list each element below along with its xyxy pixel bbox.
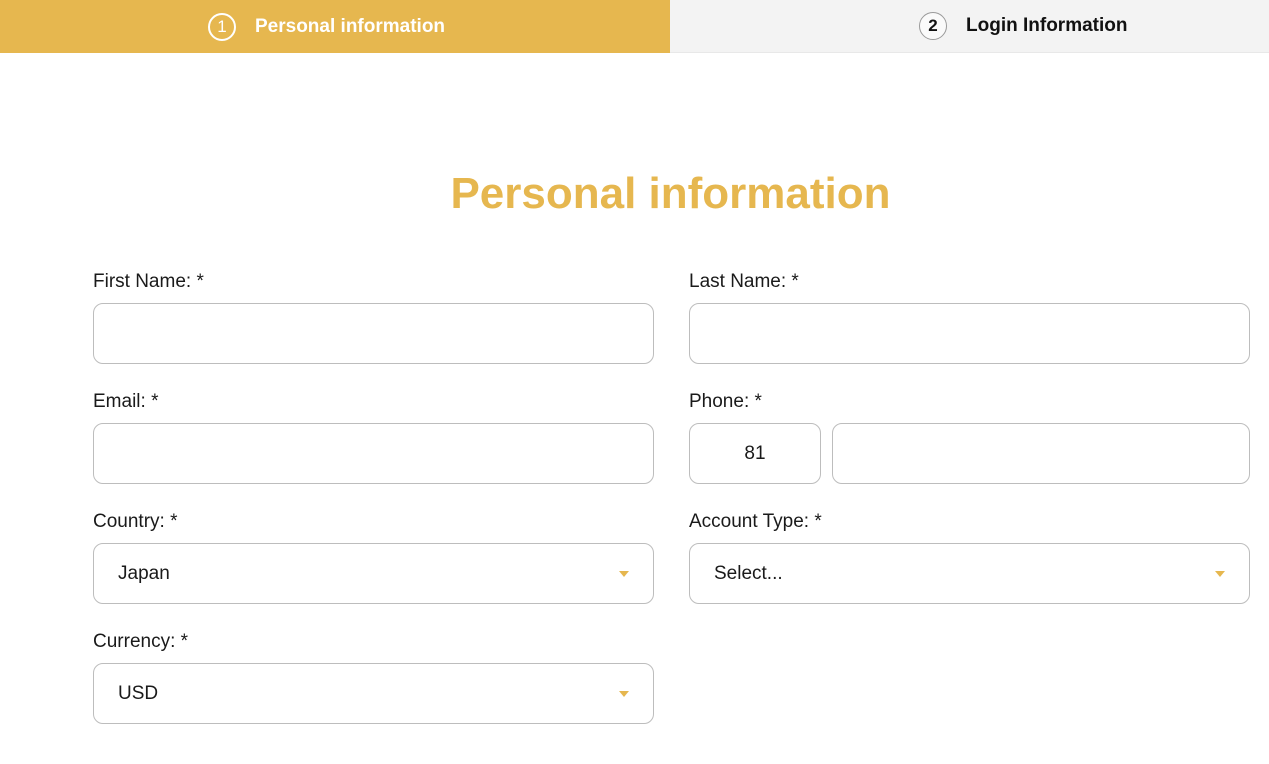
account-type-select[interactable]: Select...: [689, 543, 1250, 604]
email-input[interactable]: [94, 424, 653, 483]
email-box: [93, 423, 654, 484]
account-type-field: Account Type: * Select...: [689, 510, 1250, 605]
country-selected-value: Japan: [118, 562, 170, 584]
step-label: Personal information: [255, 15, 446, 37]
account-type-selected-value: Select...: [714, 562, 783, 584]
phone-number-input[interactable]: [833, 424, 1249, 483]
phone-number-box: [832, 423, 1250, 484]
page-title: Personal information: [450, 169, 891, 218]
first-name-label: First Name: *: [93, 271, 204, 292]
step-progress-bar: 1 Personal information 2 Login Informati…: [0, 0, 1269, 53]
phone-label: Phone: *: [689, 391, 762, 412]
last-name-field: Last Name: *: [689, 270, 1250, 365]
first-name-box: [93, 303, 654, 364]
chevron-down-icon: [619, 570, 629, 577]
last-name-input[interactable]: [690, 304, 1249, 363]
first-name-field: First Name: *: [93, 270, 654, 365]
phone-field: Phone: *: [689, 390, 1250, 485]
currency-field: Currency: * USD: [93, 630, 654, 725]
currency-selected-value: USD: [118, 682, 159, 704]
step-number-badge: 1: [208, 12, 236, 41]
phone-country-code-box: [689, 423, 821, 484]
step-label: Login Information: [966, 15, 1128, 36]
currency-select[interactable]: USD: [93, 663, 654, 724]
country-field: Country: * Japan: [93, 510, 654, 605]
country-select[interactable]: Japan: [93, 543, 654, 604]
last-name-box: [689, 303, 1250, 364]
email-field: Email: *: [93, 390, 654, 485]
account-type-label: Account Type: *: [689, 511, 822, 532]
phone-country-code-input[interactable]: [690, 424, 820, 483]
step-login-information[interactable]: 2 Login Information: [670, 0, 1269, 53]
chevron-down-icon: [619, 690, 629, 697]
currency-label: Currency: *: [93, 631, 189, 652]
last-name-label: Last Name: *: [689, 271, 799, 292]
first-name-input[interactable]: [94, 304, 653, 363]
step-number-badge: 2: [919, 12, 947, 40]
chevron-down-icon: [1215, 570, 1225, 577]
step-personal-information[interactable]: 1 Personal information: [0, 0, 670, 53]
email-label: Email: *: [93, 391, 159, 412]
country-label: Country: *: [93, 511, 178, 532]
